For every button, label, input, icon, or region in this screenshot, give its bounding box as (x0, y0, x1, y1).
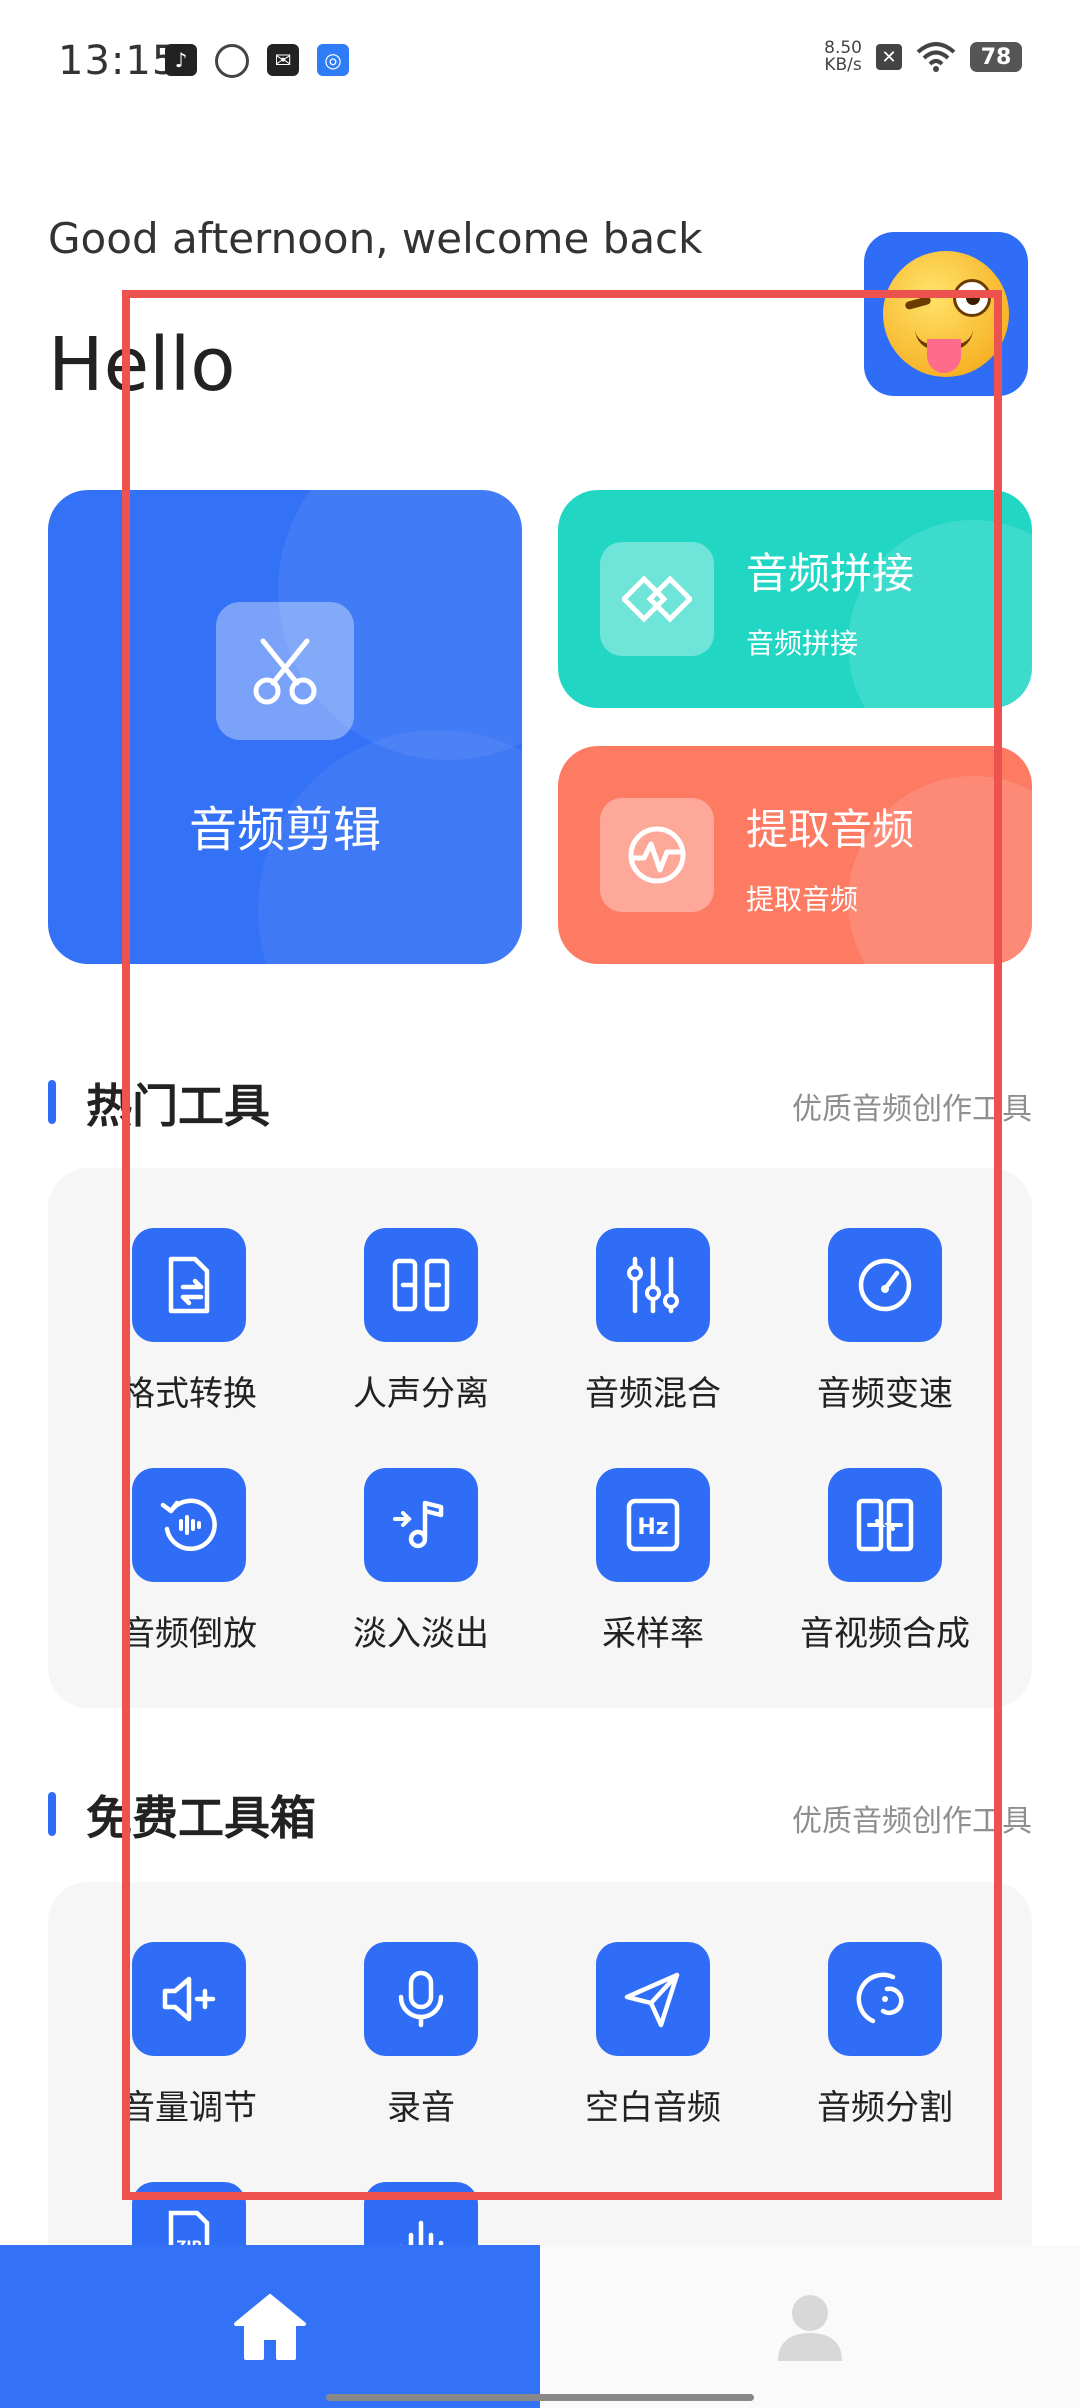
tiktok-icon: ♪ (165, 44, 197, 76)
nav-home-tab[interactable] (0, 2245, 540, 2408)
hello-title: Hello (48, 322, 236, 408)
link-diamond-icon (600, 542, 714, 656)
audio-splice-subtitle: 音频拼接 (746, 627, 859, 660)
hot-tools-subtitle: 优质音频创作工具 (792, 1092, 1032, 1127)
tool-vocal-separation[interactable]: 人声分离 (306, 1228, 536, 1414)
wifi-icon (916, 42, 956, 72)
tool-sample-rate[interactable]: Hz 采样率 (538, 1468, 768, 1654)
section-accent-bar (48, 1792, 56, 1836)
reverse-play-icon (132, 1468, 246, 1582)
bottom-nav (0, 2245, 1080, 2408)
audio-edit-label: 音频剪辑 (188, 802, 381, 858)
merge-icon (828, 1468, 942, 1582)
volume-plus-icon (132, 1942, 246, 2056)
send-icon (596, 1942, 710, 2056)
tool-label: 音量调节 (121, 2088, 257, 2128)
greeting-text: Good afternoon, welcome back (48, 214, 703, 263)
tool-label: 音频变速 (817, 1374, 953, 1414)
tool-label: 音频分割 (817, 2088, 953, 2128)
audio-splice-title: 音频拼接 (746, 549, 915, 598)
extract-audio-subtitle: 提取音频 (746, 883, 859, 916)
system-icons: 8.50 KB/s ✕ 78 (824, 40, 1022, 74)
hot-tools-title: 热门工具 (86, 1079, 270, 1133)
audio-edit-card[interactable]: 音频剪辑 (48, 490, 522, 964)
free-tools-subtitle: 优质音频创作工具 (792, 1804, 1032, 1839)
vpn-icon: ◎ (317, 44, 349, 76)
fade-music-icon (364, 1468, 478, 1582)
person-icon (778, 2294, 842, 2361)
tool-label: 音视频合成 (800, 1614, 970, 1654)
split-icon (364, 1228, 478, 1342)
nav-profile-tab[interactable] (540, 2245, 1080, 2408)
tool-blank-audio[interactable]: 空白音频 (538, 1942, 768, 2128)
status-bar: 13:15 ♪ ✉ ◎ 8.50 KB/s ✕ 78 (0, 0, 1080, 125)
battery-icon: 78 (970, 42, 1022, 72)
tool-label: 音频倒放 (121, 1614, 257, 1654)
tool-volume-adjust[interactable]: 音量调节 (74, 1942, 304, 2128)
extract-audio-title: 提取音频 (746, 805, 915, 854)
audio-splice-card[interactable]: 音频拼接 音频拼接 (558, 490, 1032, 708)
net-speed-unit: KB/s (824, 55, 862, 75)
tool-audio-reverse[interactable]: 音频倒放 (74, 1468, 304, 1654)
tool-record[interactable]: 录音 (306, 1942, 536, 2128)
svg-text:Hz: Hz (637, 1515, 668, 1540)
avatar[interactable] (864, 232, 1028, 396)
status-time: 13:15 (58, 38, 179, 84)
home-indicator[interactable] (326, 2394, 754, 2401)
microphone-icon (364, 1942, 478, 2056)
free-tools-panel: 音量调节 录音 空白音频 音频分割 (48, 1882, 1032, 2302)
tool-label: 空白音频 (585, 2088, 721, 2128)
home-icon (234, 2293, 306, 2360)
tool-audio-mix[interactable]: 音频混合 (538, 1228, 768, 1414)
mail-icon: ✉ (267, 44, 299, 76)
section-accent-bar (48, 1080, 56, 1124)
mixer-sliders-icon (596, 1228, 710, 1342)
app-icon (215, 44, 249, 78)
tool-label: 格式转换 (121, 1374, 257, 1414)
tool-format-convert[interactable]: 格式转换 (74, 1228, 304, 1414)
tool-label: 音频混合 (585, 1374, 721, 1414)
tool-label: 采样率 (602, 1614, 704, 1654)
waveform-circle-icon (600, 798, 714, 912)
tool-audio-speed[interactable]: 音频变速 (770, 1228, 1000, 1414)
tool-audio-split[interactable]: 音频分割 (770, 1942, 1000, 2128)
tool-fade[interactable]: 淡入淡出 (306, 1468, 536, 1654)
hz-icon: Hz (596, 1468, 710, 1582)
tool-label: 录音 (387, 2088, 455, 2128)
hot-tools-panel: 格式转换 人声分离 音频混合 音频变速 音频倒放 淡入淡出 Hz 采样率 音视频… (48, 1168, 1032, 1708)
tool-label: 人声分离 (353, 1374, 489, 1414)
sim-off-icon: ✕ (876, 44, 902, 70)
winking-tongue-emoji-icon (883, 251, 1009, 377)
tool-av-merge[interactable]: 音视频合成 (770, 1468, 1000, 1654)
net-speed: 8.50 KB/s (824, 40, 862, 74)
tool-label: 淡入淡出 (353, 1614, 489, 1654)
free-tools-title: 免费工具箱 (86, 1791, 316, 1845)
speed-gauge-icon (828, 1228, 942, 1342)
audio-split-icon (828, 1942, 942, 2056)
notification-icons: ♪ ✉ ◎ (165, 44, 349, 78)
scissors-icon (216, 602, 354, 740)
extract-audio-card[interactable]: 提取音频 提取音频 (558, 746, 1032, 964)
file-convert-icon (132, 1228, 246, 1342)
